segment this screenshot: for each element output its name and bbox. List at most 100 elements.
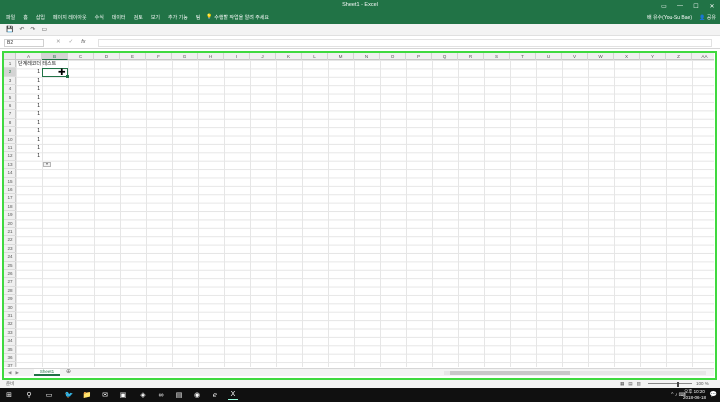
column-header-y[interactable]: Y xyxy=(640,53,666,60)
page-layout-view-icon[interactable]: ▤ xyxy=(628,381,632,387)
taskbar-clock[interactable]: 오후 10:20 2018-06-18 xyxy=(683,389,706,400)
column-header-b[interactable]: B xyxy=(42,53,68,60)
column-header-i[interactable]: I xyxy=(224,53,250,60)
cell-a1[interactable]: 단계레코더 테스트 xyxy=(18,60,56,68)
tab-review[interactable]: 검토 xyxy=(134,14,143,21)
row-header-19[interactable]: 19 xyxy=(4,211,16,220)
visual-studio-icon[interactable]: ∞ xyxy=(156,390,166,400)
maximize-button[interactable]: ☐ xyxy=(688,0,704,12)
sheet-tab-sheet1[interactable]: Sheet1 xyxy=(34,369,60,376)
column-header-n[interactable]: N xyxy=(354,53,380,60)
column-header-z[interactable]: Z xyxy=(666,53,692,60)
column-header-d[interactable]: D xyxy=(94,53,120,60)
app-icon-2[interactable]: ◈ xyxy=(138,390,148,400)
row-header-6[interactable]: 6 xyxy=(4,102,16,111)
cell-a10[interactable]: 1 xyxy=(16,136,40,144)
cell-a8[interactable]: 1 xyxy=(16,119,40,127)
normal-view-icon[interactable]: ▦ xyxy=(620,381,624,387)
row-header-24[interactable]: 24 xyxy=(4,253,16,262)
horizontal-scrollbar[interactable] xyxy=(444,371,706,375)
tab-data[interactable]: 데이터 xyxy=(112,14,126,21)
row-header-1[interactable]: 1 xyxy=(4,60,16,69)
zoom-slider[interactable] xyxy=(648,383,692,384)
row-header-22[interactable]: 22 xyxy=(4,236,16,245)
row-header-4[interactable]: 4 xyxy=(4,85,16,94)
column-header-k[interactable]: K xyxy=(276,53,302,60)
row-header-17[interactable]: 17 xyxy=(4,194,16,203)
column-header-m[interactable]: M xyxy=(328,53,354,60)
row-header-26[interactable]: 26 xyxy=(4,270,16,279)
cell-area[interactable]: 단계레코더 테스트 11111111111 ▾ ✚ xyxy=(16,60,714,367)
excel-icon[interactable]: X xyxy=(228,390,238,400)
row-header-28[interactable]: 28 xyxy=(4,287,16,296)
save-icon[interactable]: 💾 xyxy=(6,26,13,33)
row-header-34[interactable]: 34 xyxy=(4,337,16,346)
cancel-entry-icon[interactable]: ✕ xyxy=(56,39,61,45)
row-header-3[interactable]: 3 xyxy=(4,77,16,86)
row-header-37[interactable]: 37 xyxy=(4,362,16,367)
camera-icon[interactable]: ◉ xyxy=(192,390,202,400)
search-icon[interactable]: ⚲ xyxy=(24,390,34,400)
column-header-w[interactable]: W xyxy=(588,53,614,60)
column-header-p[interactable]: P xyxy=(406,53,432,60)
undo-icon[interactable]: ↶ xyxy=(19,26,24,33)
tell-me-search[interactable]: 💡 수행할 작업을 알려 주세요 xyxy=(206,14,269,21)
edge-icon[interactable]: ℯ xyxy=(210,390,220,400)
customize-toolbar-icon[interactable]: ▭ xyxy=(42,26,48,33)
tab-team[interactable]: 팀 xyxy=(196,14,201,21)
action-center-icon[interactable]: 💬 xyxy=(710,391,717,398)
column-header-r[interactable]: R xyxy=(458,53,484,60)
row-header-2[interactable]: 2 xyxy=(4,68,16,77)
row-header-8[interactable]: 8 xyxy=(4,119,16,128)
column-header-s[interactable]: S xyxy=(484,53,510,60)
ribbon-display-options-button[interactable]: ▭ xyxy=(656,0,672,12)
cell-a11[interactable]: 1 xyxy=(16,144,40,152)
formula-input[interactable] xyxy=(98,39,712,47)
column-header-f[interactable]: F xyxy=(146,53,172,60)
auto-fill-options-button[interactable]: ▾ xyxy=(43,161,51,167)
horizontal-scroll-thumb[interactable] xyxy=(450,371,570,375)
row-header-10[interactable]: 10 xyxy=(4,136,16,144)
account-name[interactable]: 배 유수(You-Su Bae) xyxy=(647,14,692,21)
select-all-corner[interactable] xyxy=(4,53,16,60)
row-header-11[interactable]: 11 xyxy=(4,144,16,153)
tab-page-layout[interactable]: 페이지 레이아웃 xyxy=(53,14,87,21)
row-header-36[interactable]: 36 xyxy=(4,354,16,363)
minimize-button[interactable]: — xyxy=(672,0,688,12)
row-header-25[interactable]: 25 xyxy=(4,262,16,270)
row-header-15[interactable]: 15 xyxy=(4,178,16,186)
cell-a5[interactable]: 1 xyxy=(16,94,40,102)
cell-a12[interactable]: 1 xyxy=(16,152,40,160)
row-header-7[interactable]: 7 xyxy=(4,110,16,119)
cell-a9[interactable]: 1 xyxy=(16,127,40,135)
row-header-12[interactable]: 12 xyxy=(4,152,16,161)
tab-home[interactable]: 홈 xyxy=(23,14,28,21)
row-header-27[interactable]: 27 xyxy=(4,278,16,287)
column-header-u[interactable]: U xyxy=(536,53,562,60)
column-header-o[interactable]: O xyxy=(380,53,406,60)
column-header-q[interactable]: Q xyxy=(432,53,458,60)
row-header-18[interactable]: 18 xyxy=(4,203,16,212)
row-header-35[interactable]: 35 xyxy=(4,346,16,354)
row-header-23[interactable]: 23 xyxy=(4,245,16,254)
confirm-entry-icon[interactable]: ✓ xyxy=(69,39,74,45)
column-header-c[interactable]: C xyxy=(68,53,94,60)
task-view-icon[interactable]: ▭ xyxy=(44,390,54,400)
worksheet-grid[interactable]: A B C D E F G H I J K L M N O P Q R S T U V W X Y Z AA 1 2 3 4 5 6 7 8 9 10… xyxy=(4,53,714,367)
share-button[interactable]: 👤 공유 xyxy=(699,14,716,21)
cell-a7[interactable]: 1 xyxy=(16,110,40,118)
insert-function-icon[interactable]: fx xyxy=(81,39,85,45)
row-header-29[interactable]: 29 xyxy=(4,295,16,304)
zoom-slider-thumb[interactable] xyxy=(677,381,679,387)
column-header-x[interactable]: X xyxy=(614,53,640,60)
column-header-e[interactable]: E xyxy=(120,53,146,60)
row-header-32[interactable]: 32 xyxy=(4,320,16,329)
column-header-aa[interactable]: AA xyxy=(692,53,714,60)
tab-formulas[interactable]: 수식 xyxy=(95,14,104,21)
tab-add-ins[interactable]: 추가 기능 xyxy=(168,14,188,21)
close-button[interactable]: ✕ xyxy=(704,0,720,12)
redo-icon[interactable]: ↷ xyxy=(31,26,36,33)
cell-a6[interactable]: 1 xyxy=(16,102,40,110)
next-sheet-icon[interactable]: ▶ xyxy=(15,370,18,376)
column-header-v[interactable]: V xyxy=(562,53,588,60)
